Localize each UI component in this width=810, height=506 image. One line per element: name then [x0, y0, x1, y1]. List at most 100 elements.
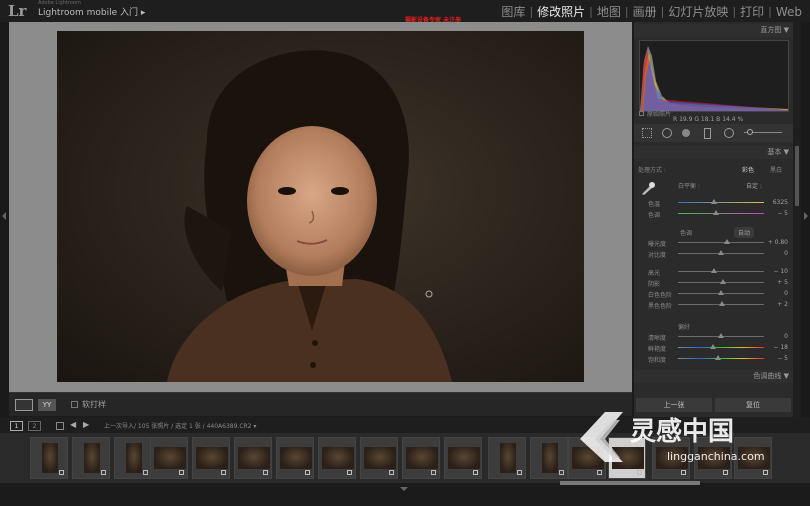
before-after-icon[interactable]: YY: [38, 399, 56, 411]
histogram-graph: [640, 46, 788, 111]
whites-value[interactable]: 0: [784, 290, 788, 297]
collapse-right-icon[interactable]: [804, 212, 808, 220]
radial-filter-icon[interactable]: [724, 128, 734, 138]
tint-knob[interactable]: [713, 210, 719, 215]
main-photo[interactable]: [57, 31, 584, 382]
vibrance-slider[interactable]: 鲜艳度 − 18: [638, 343, 790, 353]
edited-badge-icon: [723, 470, 728, 475]
wb-dropdown[interactable]: 自定 :: [746, 181, 762, 190]
filmstrip-thumbnail[interactable]: [72, 437, 110, 479]
edited-badge-icon: [637, 470, 642, 475]
page-1-button[interactable]: 1: [10, 421, 23, 431]
temp-value[interactable]: 6325: [773, 199, 788, 206]
filmstrip-thumbnail[interactable]: [488, 437, 526, 479]
thumbnail-image: [84, 443, 100, 473]
filmstrip-thumbnail[interactable]: [150, 437, 188, 479]
filmstrip-thumbnail[interactable]: [318, 437, 356, 479]
highlights-knob[interactable]: [711, 268, 717, 273]
shadows-value[interactable]: + 5: [777, 279, 788, 286]
contrast-slider[interactable]: 对比度 0: [638, 249, 790, 259]
grid-icon[interactable]: [56, 422, 64, 430]
prev-arrow-icon[interactable]: ◀: [70, 420, 76, 429]
filmstrip-thumbnail[interactable]: [444, 437, 482, 479]
bw-option[interactable]: 黑白: [770, 165, 782, 174]
saturation-value[interactable]: − 5: [777, 355, 788, 362]
module-book[interactable]: 画册: [629, 3, 661, 20]
exposure-slider[interactable]: 曝光度 + 0.80: [638, 238, 790, 248]
filmstrip-thumbnail[interactable]: [192, 437, 230, 479]
lightroom-logo: Lr: [8, 2, 27, 20]
left-panel-collapsed[interactable]: [0, 22, 9, 417]
page-2-button[interactable]: 2: [28, 421, 41, 431]
scroll-thumb[interactable]: [795, 146, 799, 206]
thumbnail-image: [126, 443, 142, 473]
contrast-knob[interactable]: [718, 250, 724, 255]
next-arrow-icon[interactable]: ▶: [83, 420, 89, 429]
filmstrip-source-path[interactable]: 上一次导入/ 105 张照片 / 选定 1 张 / 440A6389.CR2 ▾: [104, 421, 256, 430]
exposure-knob[interactable]: [724, 239, 730, 244]
right-panel-edge[interactable]: [801, 22, 810, 417]
exposure-value[interactable]: + 0.80: [768, 239, 788, 246]
saturation-slider[interactable]: 饱和度 − 5: [638, 354, 790, 364]
clarity-knob[interactable]: [718, 333, 724, 338]
module-map[interactable]: 地图: [593, 3, 625, 20]
graduated-filter-icon[interactable]: [704, 128, 711, 139]
module-develop[interactable]: 修改照片: [533, 3, 589, 20]
filmstrip-thumbnail[interactable]: [30, 437, 68, 479]
wb-eyedropper-icon[interactable]: [640, 180, 656, 195]
filmstrip-thumbnail[interactable]: [234, 437, 272, 479]
whites-slider[interactable]: 白色色阶 0: [638, 289, 790, 299]
basic-header[interactable]: 基本 ▼: [634, 146, 793, 159]
auto-button[interactable]: 自动: [734, 227, 755, 238]
expand-left-icon[interactable]: [2, 212, 6, 220]
loupe-view-icon[interactable]: [15, 399, 33, 411]
whites-knob[interactable]: [718, 290, 724, 295]
histogram: R 19.9 G 18.1 B 14.4 %: [639, 40, 789, 123]
highlights-value[interactable]: − 10: [773, 268, 788, 275]
portrait-image: [167, 50, 452, 382]
contrast-value[interactable]: 0: [784, 250, 788, 257]
right-panel-scrollbar[interactable]: [793, 22, 801, 417]
brush-icon[interactable]: [747, 129, 753, 135]
collapse-bottom-icon[interactable]: [400, 487, 408, 491]
module-web[interactable]: Web: [772, 5, 806, 19]
module-slideshow[interactable]: 幻灯片放映: [664, 3, 732, 20]
clarity-slider[interactable]: 清晰度 0: [638, 332, 790, 342]
tint-slider[interactable]: 色调 − 5: [638, 209, 790, 219]
softproof-checkbox[interactable]: [71, 401, 78, 408]
crop-icon[interactable]: [642, 128, 652, 138]
vibrance-value[interactable]: − 18: [773, 344, 788, 351]
module-library[interactable]: 图库: [497, 3, 529, 20]
spot-removal-icon[interactable]: [662, 128, 672, 138]
original-photo-checkbox[interactable]: [639, 111, 644, 116]
tint-value[interactable]: − 5: [777, 210, 788, 217]
clarity-value[interactable]: 0: [784, 333, 788, 340]
tone-curve-header[interactable]: 色调曲线 ▼: [634, 370, 793, 383]
identity-plate[interactable]: Lightroom mobile 入门 ▸: [38, 5, 145, 18]
temp-knob[interactable]: [711, 199, 717, 204]
histogram-header[interactable]: 直方图 ▼: [634, 24, 793, 37]
filmstrip-thumbnail[interactable]: [530, 437, 568, 479]
vibrance-knob[interactable]: [710, 344, 716, 349]
highlights-slider[interactable]: 高光 − 10: [638, 267, 790, 277]
filmstrip-thumbnail[interactable]: [402, 437, 440, 479]
thumbnail-image: [406, 447, 438, 469]
edited-badge-icon: [179, 470, 184, 475]
saturation-knob[interactable]: [715, 355, 721, 360]
color-option[interactable]: 彩色: [742, 165, 754, 174]
red-eye-icon[interactable]: [682, 129, 690, 137]
shadows-slider[interactable]: 阴影 + 5: [638, 278, 790, 288]
thumbnail-image: [196, 447, 228, 469]
filmstrip-thumbnail[interactable]: [360, 437, 398, 479]
temp-slider[interactable]: 色温 6325: [638, 198, 790, 208]
filmstrip-thumbnail[interactable]: [276, 437, 314, 479]
blacks-knob[interactable]: [719, 301, 725, 306]
blacks-slider[interactable]: 黑色色阶 + 2: [638, 300, 790, 310]
blacks-value[interactable]: + 2: [777, 301, 788, 308]
module-print[interactable]: 打印: [736, 3, 768, 20]
shadows-knob[interactable]: [720, 279, 726, 284]
filmstrip-scrollbar[interactable]: [560, 481, 700, 485]
thumbnail-image: [322, 447, 354, 469]
edited-badge-icon: [221, 470, 226, 475]
filmstrip-thumbnail[interactable]: [114, 437, 152, 479]
